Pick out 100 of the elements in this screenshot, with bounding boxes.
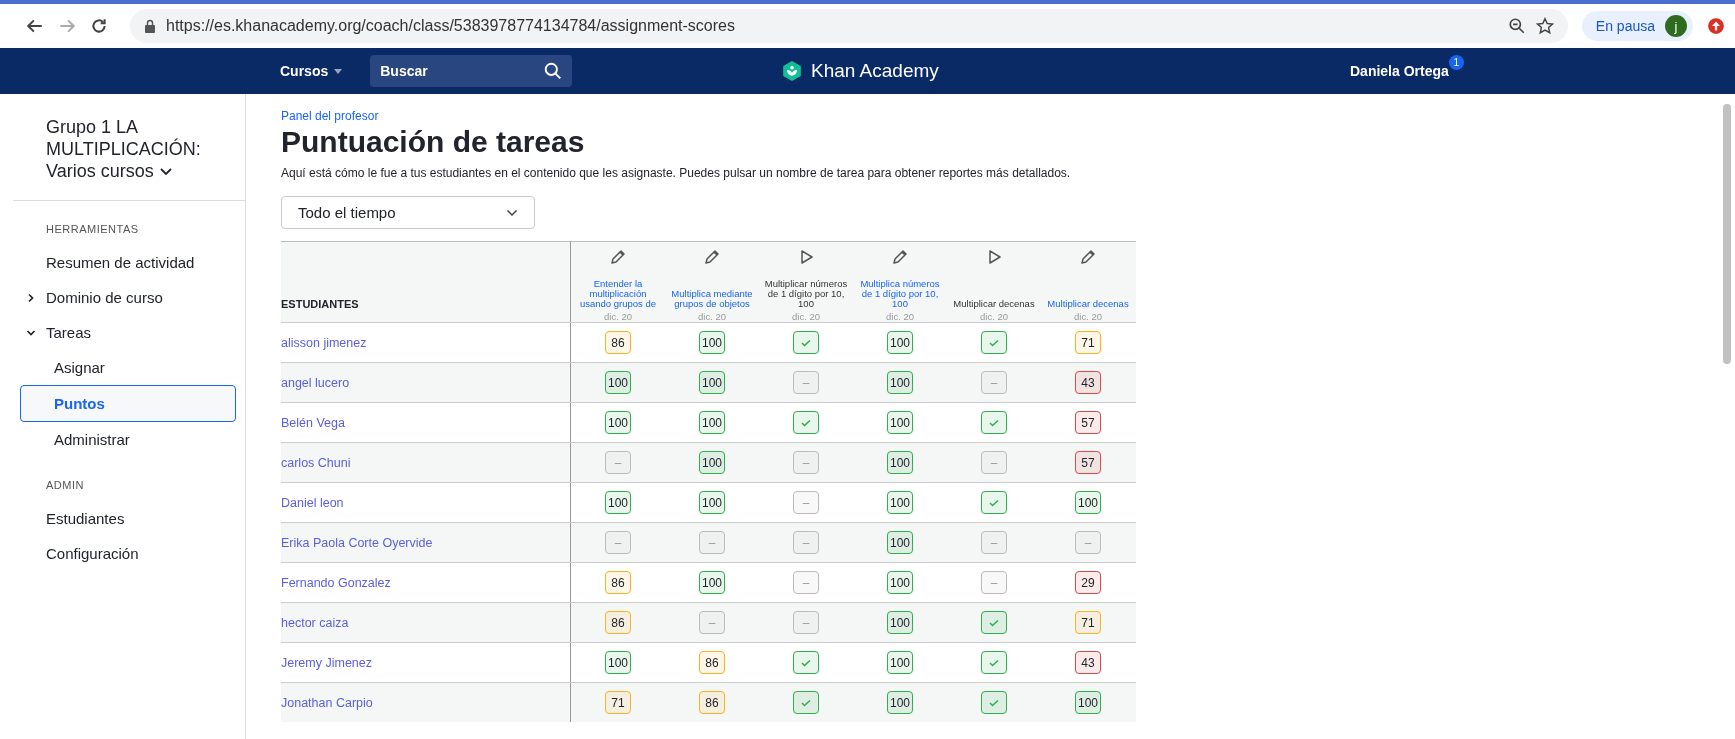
score-badge[interactable]: 100 <box>699 451 725 474</box>
score-badge[interactable]: 100 <box>699 411 725 434</box>
score-badge[interactable]: 100 <box>605 411 631 434</box>
completed-badge[interactable] <box>981 411 1007 434</box>
score-badge[interactable]: 100 <box>1075 491 1101 514</box>
sidebar-item[interactable]: Estudiantes <box>0 501 245 536</box>
score-badge[interactable]: 100 <box>887 331 913 354</box>
address-bar[interactable]: https://es.khanacademy.org/coach/class/5383978774134784/assignment-scores <box>130 9 1568 43</box>
search-icon[interactable] <box>544 62 563 80</box>
pencil-icon <box>891 248 909 266</box>
back-icon[interactable] <box>26 17 44 35</box>
score-badge[interactable]: 100 <box>605 491 631 514</box>
score-badge[interactable]: 100 <box>699 331 725 354</box>
completed-badge[interactable] <box>793 651 819 674</box>
student-link[interactable]: Daniel leon <box>281 495 344 510</box>
class-title: Grupo 1 LA MULTIPLICACIÓN: <box>46 116 202 160</box>
sidebar-item[interactable]: Asignar <box>0 350 245 385</box>
score-badge[interactable]: 100 <box>887 491 913 514</box>
student-link[interactable]: hector caiza <box>281 615 349 630</box>
profile-button[interactable]: En pausa j <box>1581 11 1693 41</box>
score-badge[interactable]: 86 <box>699 651 725 674</box>
page-description: Aquí está cómo le fue a tus estudiantes en el contenido que les asignaste. Puedes pulsar un nombre de tarea para obtener reportes más detallados. <box>281 166 1072 180</box>
scrollbar[interactable] <box>1723 104 1731 364</box>
score-badge[interactable]: 71 <box>605 691 631 714</box>
completed-badge[interactable] <box>981 611 1007 634</box>
assignment-link[interactable]: Multiplicar decenas <box>1047 299 1129 309</box>
sidebar-item[interactable]: Puntos <box>20 385 236 422</box>
completed-badge[interactable] <box>793 331 819 354</box>
completed-badge[interactable] <box>793 411 819 434</box>
student-link[interactable]: carlos Chuni <box>281 455 351 470</box>
chevron-down-icon <box>159 167 172 176</box>
score-badge[interactable]: 100 <box>887 451 913 474</box>
score-badge[interactable]: 100 <box>699 571 725 594</box>
due-date: dic. 20 <box>698 311 726 322</box>
score-badge[interactable]: 100 <box>699 371 725 394</box>
update-icon[interactable] <box>1707 17 1725 35</box>
due-date: dic. 20 <box>792 311 820 322</box>
score-badge[interactable]: 100 <box>887 611 913 634</box>
score-badge[interactable]: 100 <box>887 691 913 714</box>
search-field[interactable]: Buscar <box>370 55 573 87</box>
chevron-down-icon <box>26 328 36 338</box>
student-link[interactable]: alisson jimenez <box>281 335 367 350</box>
url-text: https://es.khanacademy.org/coach/class/5383978774134784/assignment-scores <box>166 17 735 35</box>
pencil-icon <box>703 248 721 266</box>
score-badge[interactable]: 43 <box>1075 371 1101 394</box>
completed-badge[interactable] <box>981 491 1007 514</box>
score-badge[interactable]: 86 <box>605 331 631 354</box>
score-badge[interactable]: 57 <box>1075 451 1101 474</box>
reload-icon[interactable] <box>90 17 108 35</box>
due-date: dic. 20 <box>604 311 632 322</box>
star-icon[interactable] <box>1535 17 1554 35</box>
sidebar-item[interactable]: Administrar <box>0 422 245 457</box>
score-badge[interactable]: 100 <box>887 531 913 554</box>
student-link[interactable]: Jonathan Carpio <box>281 695 373 710</box>
score-badge[interactable]: 100 <box>887 571 913 594</box>
class-selector[interactable]: Varios cursos <box>46 161 172 182</box>
score-badge[interactable]: 100 <box>605 371 631 394</box>
user-menu[interactable]: Daniela Ortega <box>1350 63 1449 79</box>
assignment-link[interactable]: Multiplica mediante grupos de objetos <box>668 289 756 309</box>
sidebar-item[interactable]: Tareas <box>0 315 245 350</box>
completed-badge[interactable] <box>981 691 1007 714</box>
score-badge[interactable]: 86 <box>699 691 725 714</box>
score-badge[interactable]: 71 <box>1075 611 1101 634</box>
chevron-right-icon <box>26 293 36 303</box>
breadcrumb-link[interactable]: Panel del profesor <box>281 109 379 123</box>
score-badge[interactable]: 86 <box>605 571 631 594</box>
caret-icon <box>334 68 343 74</box>
assignment-link[interactable]: Entender la multiplicación usando grupos de <box>574 279 662 309</box>
leaf-logo-icon <box>781 60 803 82</box>
pencil-icon <box>609 248 627 266</box>
score-badge[interactable]: 100 <box>1075 691 1101 714</box>
due-date: dic. 20 <box>886 311 914 322</box>
score-badge[interactable]: 100 <box>887 371 913 394</box>
score-badge[interactable]: 43 <box>1075 651 1101 674</box>
score-badge[interactable]: 71 <box>1075 331 1101 354</box>
completed-badge[interactable] <box>981 651 1007 674</box>
sidebar-item[interactable]: Resumen de actividad <box>0 245 245 280</box>
score-badge[interactable]: 57 <box>1075 411 1101 434</box>
forward-icon[interactable] <box>58 17 76 35</box>
score-badge[interactable]: 29 <box>1075 571 1101 594</box>
due-date: dic. 20 <box>1074 311 1102 322</box>
score-badge[interactable]: 86 <box>605 611 631 634</box>
score-badge[interactable]: 100 <box>605 651 631 674</box>
student-link[interactable]: Jeremy Jimenez <box>281 655 372 670</box>
student-link[interactable]: Belén Vega <box>281 415 345 430</box>
student-link[interactable]: Fernando Gonzalez <box>281 575 391 590</box>
student-link[interactable]: angel lucero <box>281 375 350 390</box>
completed-badge[interactable] <box>793 691 819 714</box>
zoom-icon[interactable] <box>1507 17 1526 35</box>
score-badge[interactable]: 100 <box>887 651 913 674</box>
assignment-link[interactable]: Multiplica números de 1 dígito por 10, 100 <box>856 279 944 309</box>
completed-badge[interactable] <box>981 331 1007 354</box>
column-header: ESTUDIANTES <box>281 298 359 310</box>
score-badge[interactable]: 100 <box>887 411 913 434</box>
date-filter-dropdown[interactable]: Todo el tiempo <box>281 196 535 229</box>
score-badge[interactable]: 100 <box>699 491 725 514</box>
sidebar-item[interactable]: Dominio de curso <box>0 280 245 315</box>
courses-menu[interactable]: Cursos <box>280 59 343 83</box>
student-link[interactable]: Erika Paola Corte Oyervide <box>281 535 433 550</box>
sidebar-item[interactable]: Configuración <box>0 536 245 571</box>
